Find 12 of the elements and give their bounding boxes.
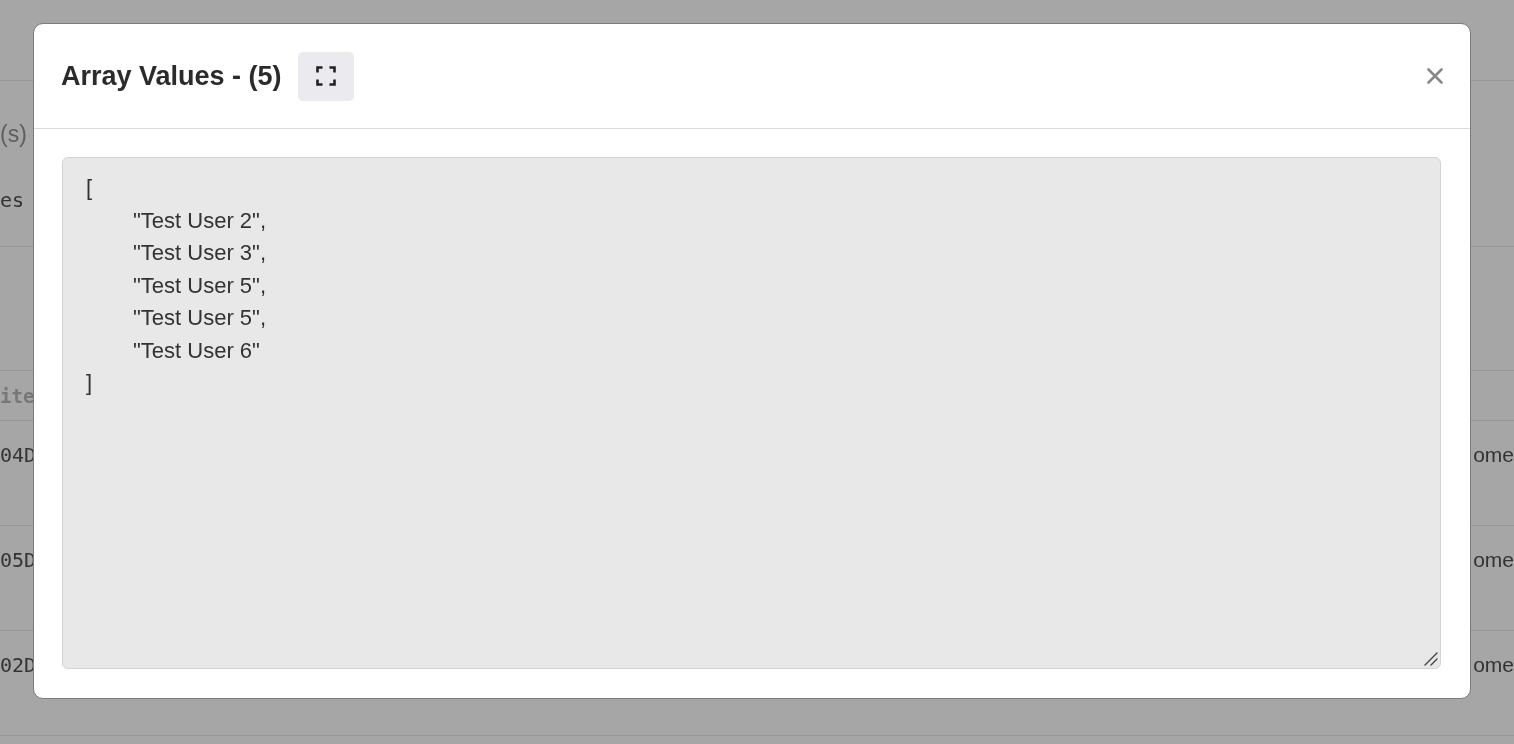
table-cell: ome bbox=[1473, 442, 1514, 468]
heading-fragment: (s) bbox=[0, 121, 27, 147]
json-text-area[interactable]: [ "Test User 2", "Test User 3", "Test User 5", "Test User 5", "Test User 6" ] bbox=[62, 157, 1441, 669]
table-cell: ome bbox=[1473, 547, 1514, 573]
dialog-title: Array Values - (5) bbox=[61, 60, 282, 92]
table-cell: ome bbox=[1473, 652, 1514, 678]
close-icon bbox=[1427, 68, 1443, 84]
fullscreen-button[interactable] bbox=[297, 51, 354, 101]
close-button[interactable] bbox=[1427, 68, 1443, 84]
resize-handle-icon[interactable] bbox=[1424, 652, 1438, 666]
expand-icon bbox=[315, 66, 336, 86]
label-fragment: es bbox=[0, 187, 25, 213]
